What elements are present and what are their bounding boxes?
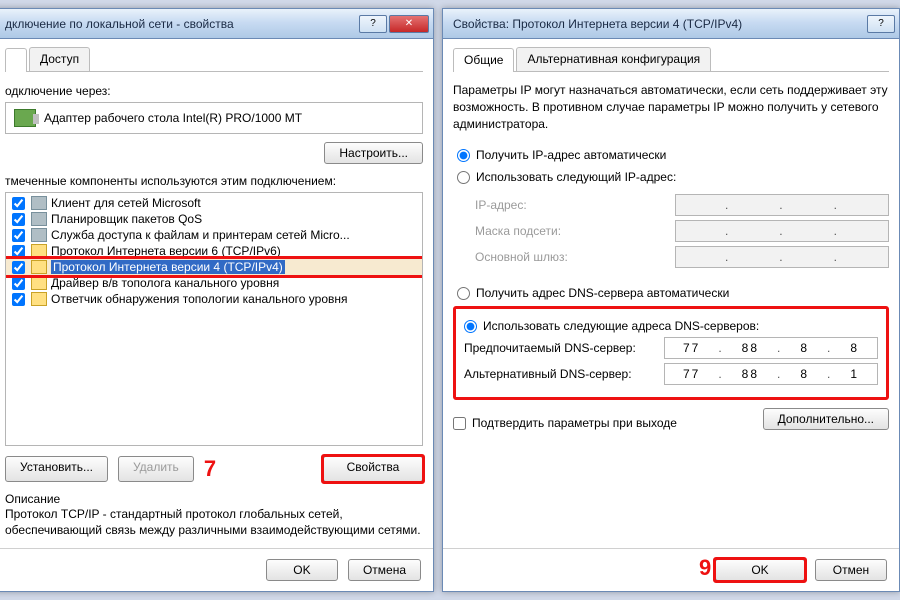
window-title: Свойства: Протокол Интернета версии 4 (T… [453, 17, 865, 31]
radio-input[interactable] [457, 287, 470, 300]
footer-left: OK Отмена [0, 548, 433, 591]
tab-general[interactable]: Общие [453, 48, 514, 72]
annotation-9: 9 [699, 555, 711, 581]
radio-input[interactable] [464, 320, 477, 333]
ok-button[interactable]: OK [266, 559, 338, 581]
list-item: Протокол Интернета версии 6 (TCP/IPv6) [6, 243, 422, 259]
tab-altconfig[interactable]: Альтернативная конфигурация [516, 47, 711, 71]
gateway-label: Основной шлюз: [475, 250, 665, 264]
dns-manual-group: Использовать следующие адреса DNS-сервер… [453, 306, 889, 400]
annotation-7: 7 [204, 456, 216, 482]
info-text: Параметры IP могут назначаться автоматич… [453, 82, 889, 132]
gateway-field: ... [675, 246, 889, 268]
dns-auto-radio[interactable]: Получить адрес DNS-сервера автоматически [457, 286, 889, 300]
remove-button: Удалить [118, 456, 194, 482]
list-item: Планировщик пакетов QoS [6, 211, 422, 227]
qos-icon [31, 212, 47, 226]
ipv4-properties-window: Свойства: Протокол Интернета версии 4 (T… [442, 8, 900, 592]
ip-manual-radio[interactable]: Использовать следующий IP-адрес: [457, 170, 889, 184]
tabs-left: Доступ [5, 47, 423, 72]
list-item: Клиент для сетей Microsoft [6, 195, 422, 211]
close-button[interactable]: ✕ [389, 15, 429, 33]
item-checkbox[interactable] [12, 213, 25, 226]
adapter-field: Адаптер рабочего стола Intel(R) PRO/1000… [5, 102, 423, 134]
adapter-name: Адаптер рабочего стола Intel(R) PRO/1000… [44, 111, 302, 125]
radio-input[interactable] [457, 171, 470, 184]
preferred-dns-field[interactable]: 77.88.8.8 [664, 337, 878, 359]
footer-right: 9 OK Отмен [443, 548, 899, 591]
item-checkbox[interactable] [12, 197, 25, 210]
components-list[interactable]: Клиент для сетей Microsoft Планировщик п… [5, 192, 423, 446]
item-checkbox[interactable] [12, 277, 25, 290]
ipv6-icon [31, 244, 47, 258]
item-checkbox[interactable] [12, 245, 25, 258]
list-item-ipv4[interactable]: Протокол Интернета версии 4 (TCP/IPv4) [6, 259, 422, 275]
lltd-responder-icon [31, 292, 47, 306]
ip-auto-radio[interactable]: Получить IP-адрес автоматически [457, 148, 889, 162]
alternate-dns-field[interactable]: 77.88.8.1 [664, 363, 878, 385]
components-label: тмеченные компоненты используются этим п… [5, 174, 423, 188]
list-item: Ответчик обнаружения топологии канальног… [6, 291, 422, 307]
fileshare-icon [31, 228, 47, 242]
description-text: Протокол TCP/IP - стандартный протокол г… [5, 506, 423, 538]
properties-button[interactable]: Свойства [323, 456, 423, 482]
connect-via-label: одключение через: [5, 84, 423, 98]
radio-input[interactable] [457, 149, 470, 162]
item-checkbox[interactable] [12, 293, 25, 306]
titlebar-right: Свойства: Протокол Интернета версии 4 (T… [443, 9, 899, 39]
titlebar-left: дключение по локальной сети - свойства ?… [0, 9, 433, 39]
item-checkbox[interactable] [12, 261, 25, 274]
window-title: дключение по локальной сети - свойства [5, 17, 357, 31]
ip-address-label: IP-адрес: [475, 198, 665, 212]
preferred-dns-label: Предпочитаемый DNS-сервер: [464, 341, 654, 355]
help-button[interactable]: ? [867, 15, 895, 33]
subnet-mask-label: Маска подсети: [475, 224, 665, 238]
tabs-right: Общие Альтернативная конфигурация [453, 47, 889, 72]
description-heading: Описание [5, 492, 423, 506]
lan-properties-window: дключение по локальной сети - свойства ?… [0, 8, 434, 592]
dns-manual-radio[interactable]: Использовать следующие адреса DNS-сервер… [464, 319, 878, 333]
list-buttons: Установить... Удалить 7 Свойства [5, 456, 423, 482]
tab-access[interactable]: Доступ [29, 47, 90, 71]
validate-checkbox[interactable] [453, 417, 466, 430]
subnet-mask-field: ... [675, 220, 889, 242]
cancel-button[interactable]: Отмен [815, 559, 887, 581]
cancel-button[interactable]: Отмена [348, 559, 421, 581]
configure-button[interactable]: Настроить... [324, 142, 423, 164]
advanced-button[interactable]: Дополнительно... [763, 408, 889, 430]
lltd-driver-icon [31, 276, 47, 290]
nic-icon [14, 109, 36, 127]
validate-checkbox-row[interactable]: Подтвердить параметры при выходе [453, 416, 677, 430]
ok-button[interactable]: OK [715, 559, 805, 581]
tab-network[interactable] [5, 48, 27, 72]
list-item: Служба доступа к файлам и принтерам сете… [6, 227, 422, 243]
ipv4-icon [31, 260, 47, 274]
item-checkbox[interactable] [12, 229, 25, 242]
client-icon [31, 196, 47, 210]
alternate-dns-label: Альтернативный DNS-сервер: [464, 367, 654, 381]
list-item: Драйвер в/в тополога канального уровня [6, 275, 422, 291]
install-button[interactable]: Установить... [5, 456, 108, 482]
ip-address-field: ... [675, 194, 889, 216]
help-button[interactable]: ? [359, 15, 387, 33]
